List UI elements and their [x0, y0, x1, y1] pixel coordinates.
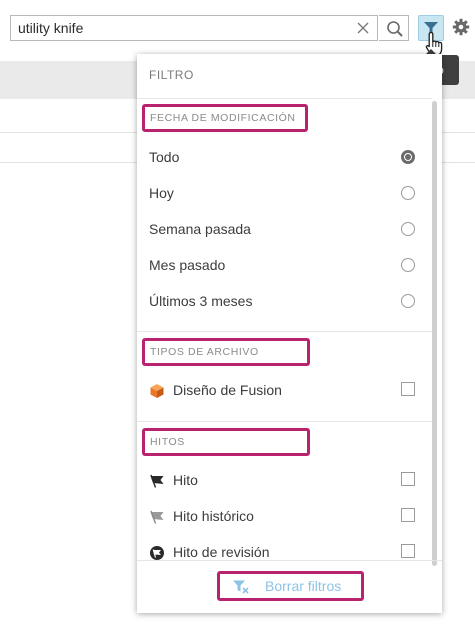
option-label: Semana pasada [149, 221, 251, 237]
gear-icon[interactable] [452, 18, 470, 36]
divider [137, 421, 432, 422]
option-label: Hito [173, 472, 198, 488]
panel-title: FILTRO [149, 68, 194, 82]
option-label: Hoy [149, 185, 174, 201]
checkbox[interactable] [401, 472, 415, 486]
radio-option-today[interactable]: Hoy [137, 176, 429, 212]
radio-button[interactable] [401, 150, 415, 164]
radio-option-last-month[interactable]: Mes pasado [137, 248, 429, 284]
radio-button[interactable] [401, 258, 415, 272]
clear-filter-icon [232, 579, 250, 595]
radio-option-all[interactable]: Todo [137, 140, 429, 176]
radio-button[interactable] [401, 186, 415, 200]
divider [137, 560, 442, 561]
checkbox[interactable] [401, 508, 415, 522]
divider [137, 331, 432, 332]
option-label: Diseño de Fusion [173, 382, 282, 398]
radio-button[interactable] [401, 294, 415, 308]
checkbox-option-milestone[interactable]: Hito [137, 463, 429, 499]
milestone-flag-icon [149, 473, 165, 489]
section-header-milestones: HITOS [142, 428, 310, 456]
option-label: Últimos 3 meses [149, 293, 253, 309]
scrollbar[interactable] [432, 101, 437, 566]
checkbox-option-fusion-design[interactable]: Diseño de Fusion [137, 373, 429, 409]
search-box [10, 15, 378, 41]
option-label: Todo [149, 149, 180, 165]
radio-option-last-3-months[interactable]: Últimos 3 meses [137, 284, 429, 320]
option-label: Hito histórico [173, 508, 254, 524]
clear-filters-label: Borrar filtros [265, 578, 342, 594]
filter-panel: FILTRO FECHA DE MODIFICACIÓN Todo Hoy Se… [137, 54, 442, 613]
radio-option-last-week[interactable]: Semana pasada [137, 212, 429, 248]
checkbox[interactable] [401, 382, 415, 396]
historic-milestone-flag-icon [149, 509, 165, 525]
review-milestone-icon [149, 545, 165, 561]
funnel-icon [423, 20, 439, 36]
checkbox-option-historic-milestone[interactable]: Hito histórico [137, 499, 429, 535]
magnifier-icon [386, 20, 404, 38]
close-icon[interactable] [355, 20, 371, 36]
divider [137, 98, 432, 99]
checkbox[interactable] [401, 544, 415, 558]
option-label: Mes pasado [149, 257, 226, 273]
search-button[interactable] [379, 15, 409, 41]
section-header-file-types: TIPOS DE ARCHIVO [142, 338, 310, 366]
search-input[interactable] [11, 16, 341, 40]
filter-button[interactable] [418, 15, 444, 41]
fusion-design-icon [149, 383, 165, 399]
checkbox-option-review-milestone[interactable]: Hito de revisión [137, 535, 429, 571]
option-label: Hito de revisión [173, 544, 270, 560]
section-header-modified-date: FECHA DE MODIFICACIÓN [142, 104, 308, 132]
radio-button[interactable] [401, 222, 415, 236]
clear-filters-button[interactable]: Borrar filtros [217, 571, 364, 601]
